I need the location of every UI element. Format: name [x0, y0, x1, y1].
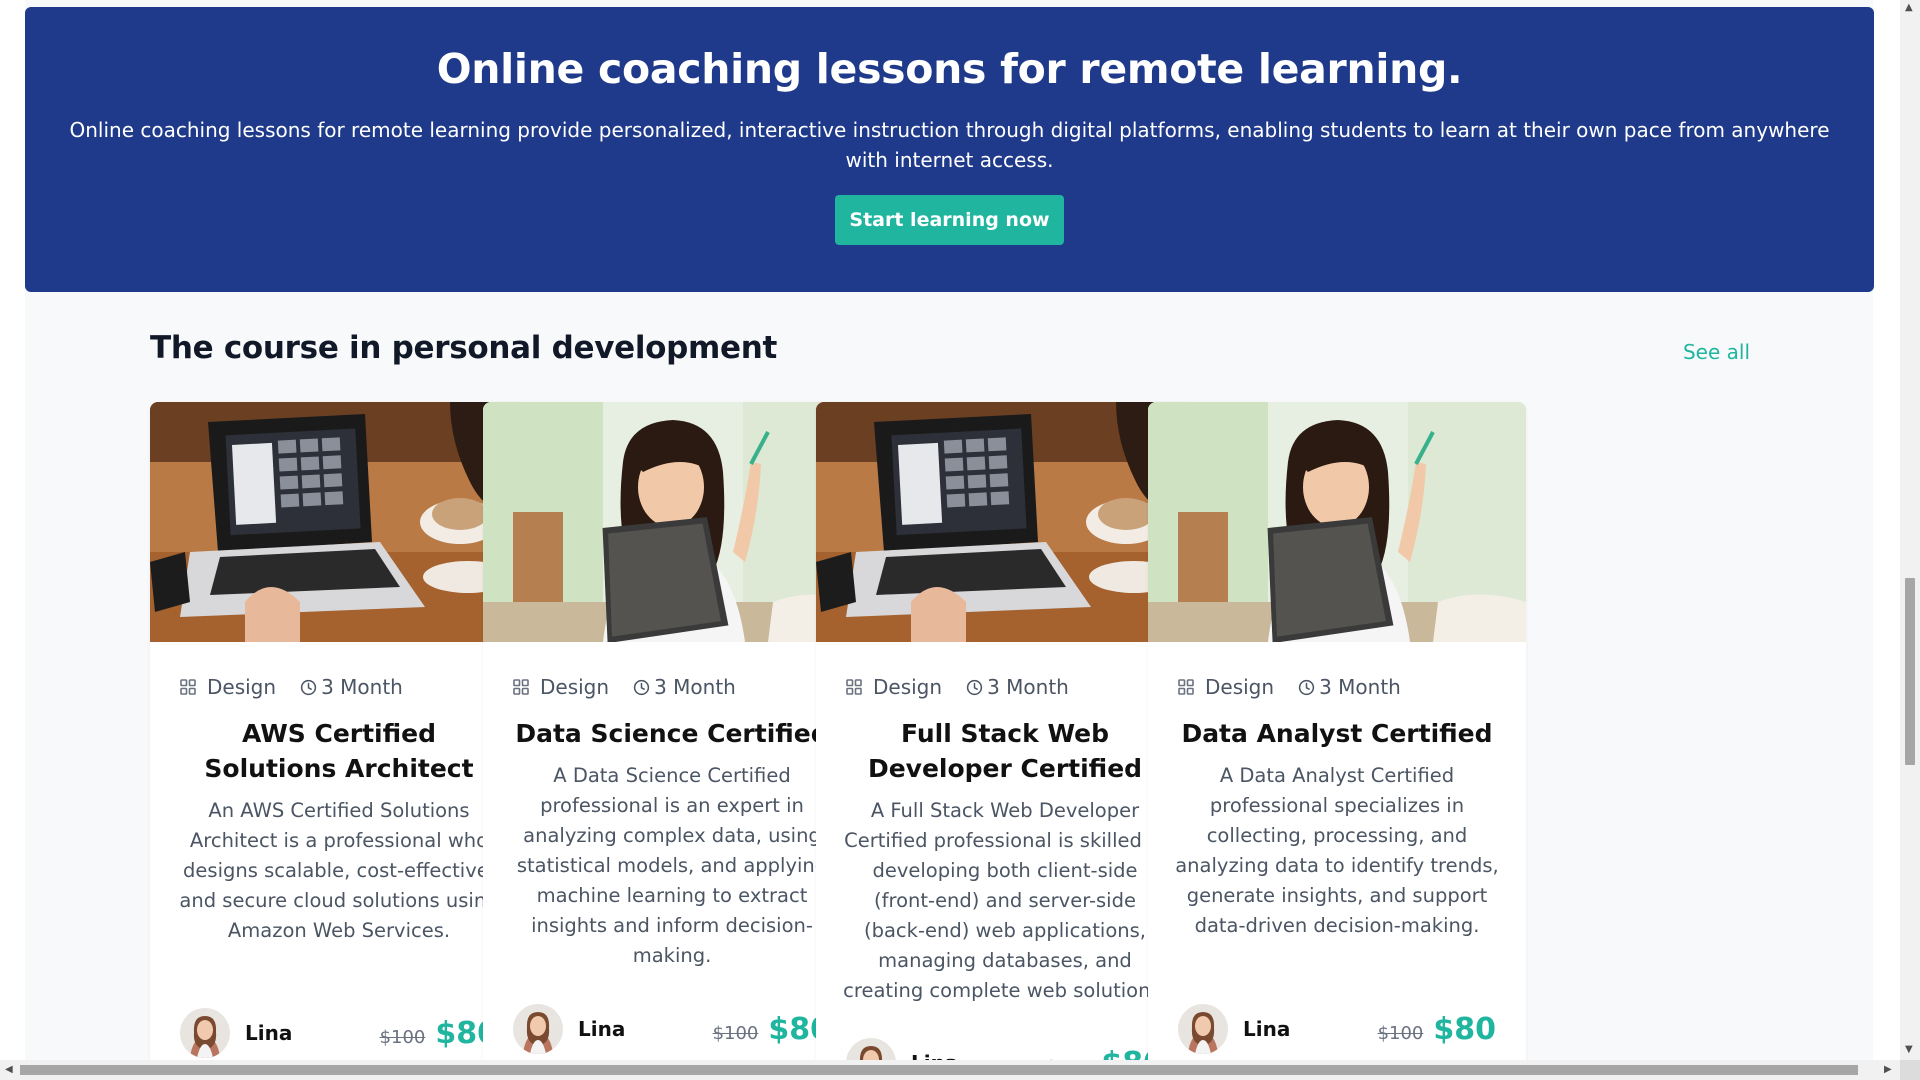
- course-description: A Full Stack Web Developer Certified pro…: [843, 799, 1167, 1002]
- category-grid-icon: [1178, 679, 1194, 695]
- course-card-1[interactable]: Design 3 Month AWS Certified Solutions A…: [150, 402, 528, 1060]
- course-duration: 3 Month: [321, 675, 403, 699]
- course-title[interactable]: Data Analyst Certified: [1148, 716, 1526, 751]
- old-price: $100: [379, 1026, 426, 1048]
- author-name[interactable]: Lina: [1243, 1017, 1290, 1041]
- course-category: Design: [873, 675, 943, 699]
- price: $100 $80: [1378, 1012, 1496, 1047]
- author-name[interactable]: Lina: [911, 1051, 958, 1060]
- section-title: The course in personal development: [150, 330, 778, 366]
- course-card-list: Design 3 Month AWS Certified Solutions A…: [150, 402, 1750, 1060]
- course-meta: Design 3 Month: [150, 674, 528, 700]
- laptop-video-call-photo: [150, 402, 528, 642]
- girl-with-tablet-photo: [1148, 402, 1526, 642]
- course-category: Design: [207, 675, 277, 699]
- course-footer: Lina $100 $80: [513, 1003, 831, 1055]
- hero-title: Online coaching lessons for remote learn…: [436, 45, 1463, 93]
- scrollbar-corner: [1900, 1060, 1920, 1080]
- course-category: Design: [1205, 675, 1275, 699]
- see-all-link[interactable]: See all: [1683, 340, 1750, 364]
- section-header: The course in personal development See a…: [150, 330, 1750, 374]
- course-duration: 3 Month: [1319, 675, 1401, 699]
- author-avatar: [846, 1038, 896, 1060]
- scroll-right-arrow-icon[interactable]: ▶: [1884, 1060, 1892, 1080]
- clock-icon: [633, 679, 650, 696]
- course-description: An AWS Certified Solutions Architect is …: [179, 799, 499, 942]
- price: $100 $80: [1046, 1046, 1164, 1061]
- course-footer: Lina $100 $80: [180, 1007, 498, 1059]
- clock-icon: [966, 679, 983, 696]
- course-duration: 3 Month: [654, 675, 736, 699]
- course-meta: Design 3 Month: [816, 674, 1194, 700]
- course-card-3[interactable]: Design 3 Month Full Stack Web Developer …: [816, 402, 1194, 1060]
- course-description: A Data Science Certified professional is…: [516, 764, 828, 967]
- author-name[interactable]: Lina: [245, 1021, 292, 1045]
- course-duration: 3 Month: [987, 675, 1069, 699]
- old-price: $100: [712, 1022, 759, 1044]
- scroll-left-arrow-icon[interactable]: ◀: [5, 1060, 13, 1080]
- course-title[interactable]: Data Science Certified: [483, 716, 861, 751]
- author-avatar: [1178, 1004, 1228, 1054]
- horizontal-scrollbar-thumb[interactable]: [20, 1065, 1858, 1075]
- vertical-scrollbar-thumb[interactable]: [1905, 578, 1915, 765]
- course-title[interactable]: AWS Certified Solutions Architect: [150, 716, 528, 786]
- scroll-down-arrow-icon[interactable]: ▼: [1905, 1040, 1913, 1060]
- category-grid-icon: [846, 679, 862, 695]
- vertical-scrollbar[interactable]: ▲ ▼: [1900, 0, 1920, 1060]
- category-grid-icon: [513, 679, 529, 695]
- girl-with-tablet-photo: [483, 402, 861, 642]
- scroll-up-arrow-icon[interactable]: ▲: [1905, 0, 1913, 18]
- course-footer: Lina $100 $80: [846, 1037, 1164, 1060]
- hero-banner: Online coaching lessons for remote learn…: [25, 7, 1874, 292]
- course-footer: Lina $100 $80: [1178, 1003, 1496, 1055]
- price: $100 $80: [713, 1012, 831, 1047]
- author-avatar: [180, 1008, 230, 1058]
- course-meta: Design 3 Month: [1148, 674, 1526, 700]
- clock-icon: [1298, 679, 1315, 696]
- author-name[interactable]: Lina: [578, 1017, 625, 1041]
- course-card-2[interactable]: Design 3 Month Data Science Certified A …: [483, 402, 861, 1060]
- course-meta: Design 3 Month: [483, 674, 861, 700]
- current-price: $80: [1433, 1011, 1496, 1047]
- author-avatar: [513, 1004, 563, 1054]
- old-price: $100: [1377, 1022, 1424, 1044]
- course-description: A Data Analyst Certified professional sp…: [1175, 764, 1499, 937]
- course-category: Design: [540, 675, 610, 699]
- price: $100 $80: [380, 1016, 498, 1051]
- start-learning-button[interactable]: Start learning now: [835, 195, 1064, 245]
- browser-viewport: Online coaching lessons for remote learn…: [0, 0, 1900, 1060]
- hero-description: Online coaching lessons for remote learn…: [69, 118, 1830, 172]
- clock-icon: [300, 679, 317, 696]
- course-title[interactable]: Full Stack Web Developer Certified: [816, 716, 1194, 786]
- laptop-video-call-photo: [816, 402, 1194, 642]
- course-card-4[interactable]: Design 3 Month Data Analyst Certified A …: [1148, 402, 1526, 1060]
- category-grid-icon: [180, 679, 196, 695]
- horizontal-scrollbar[interactable]: ◀ ▶: [0, 1060, 1900, 1080]
